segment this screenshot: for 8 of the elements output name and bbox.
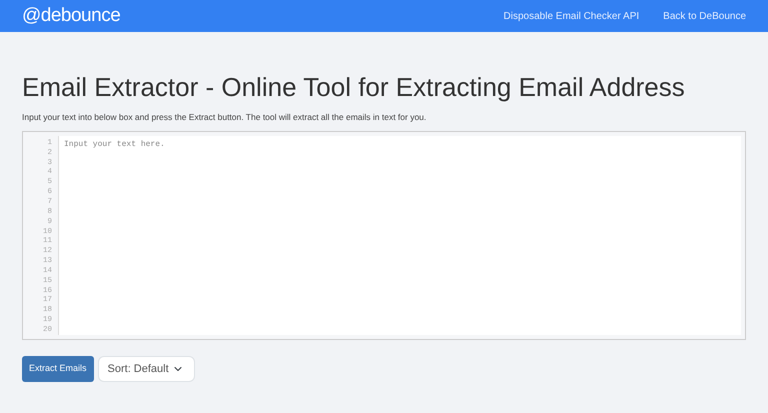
nav-link[interactable]: Back to DeBounce xyxy=(663,8,746,24)
logo[interactable]: @debounce xyxy=(22,2,120,30)
page-title: Email Extractor - Online Tool for Extracting Email Address xyxy=(22,72,686,104)
description: Input your text into below box and press the Extract button. The tool will extract all the emails in text for you. xyxy=(22,111,428,124)
extract-button[interactable]: Extract Emails xyxy=(22,356,94,382)
sort-dropdown[interactable]: Sort: Default xyxy=(98,356,195,382)
nav-link[interactable]: Disposable Email Checker API xyxy=(504,8,640,24)
input-field[interactable]: Input your text here. xyxy=(59,136,741,335)
